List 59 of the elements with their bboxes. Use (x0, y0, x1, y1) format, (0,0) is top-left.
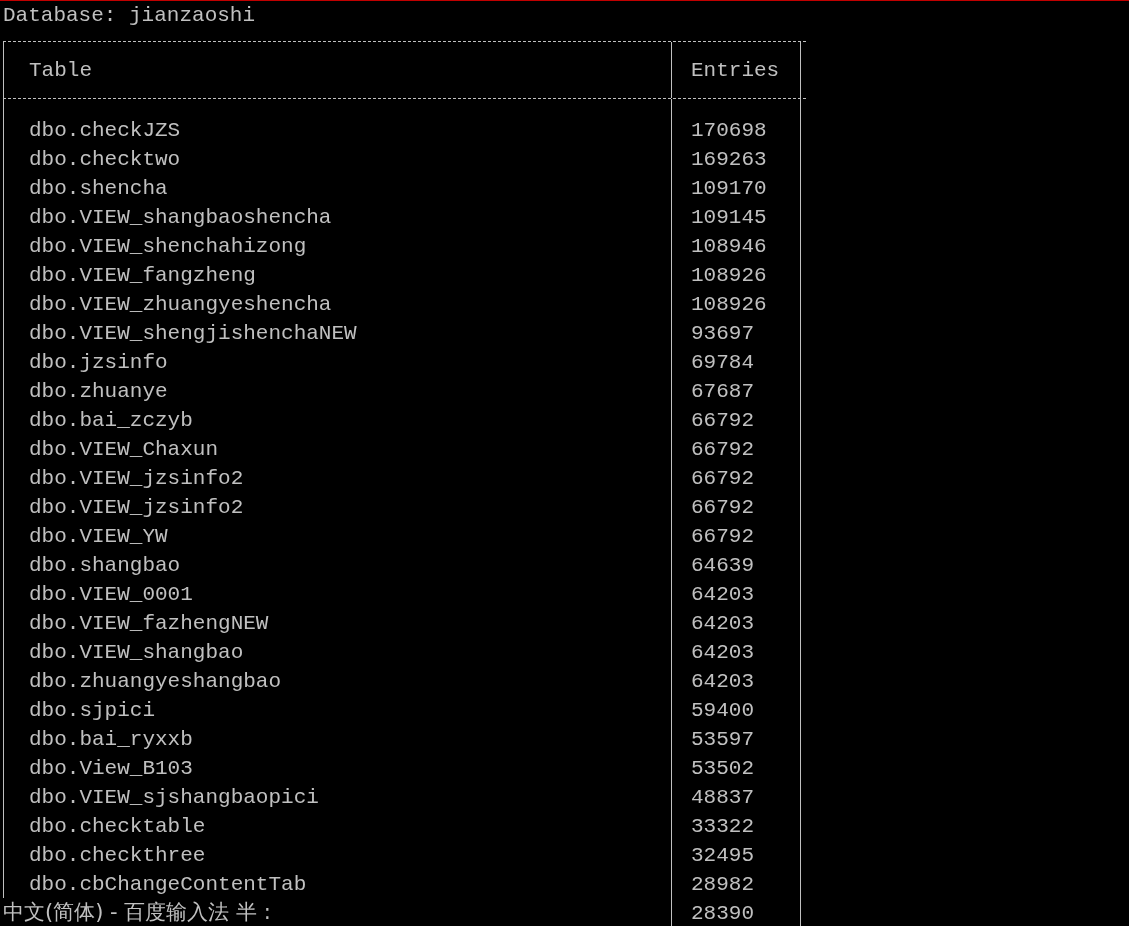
column-header: Entries (691, 57, 780, 84)
table-cell-text: 66792 (691, 437, 754, 463)
table-cell-text: dbo.checktwo (29, 147, 181, 173)
table-cell-text: dbo.VIEW_shengjishenchaNEW (29, 321, 357, 347)
table-cell-text: 28982 (691, 872, 754, 898)
table-cell-text: dbo.VIEW_shangbaoshencha (29, 205, 332, 231)
table-cell-text: 170698 (691, 118, 767, 144)
table-cell-text: dbo.checkJZS (29, 118, 181, 144)
table-cell-text: dbo.jzsinfo (29, 350, 168, 376)
table-cell-text: dbo.VIEW_fazhengNEW (29, 611, 269, 637)
table-cell-text: dbo.VIEW_zhuangyeshencha (29, 292, 332, 318)
table-cell-text: 66792 (691, 408, 754, 434)
table-cell-text: dbo.VIEW_jzsinfo2 (29, 495, 244, 521)
table-cell-text: dbo.VIEW_shenchahizong (29, 234, 307, 260)
table-cell-text: dbo.VIEW_sjshangbaopici (29, 785, 319, 811)
table-cell-text: dbo.checktable (29, 814, 206, 840)
table-cell-text: dbo.View_B103 (29, 756, 193, 782)
table-cell-text: 108926 (691, 292, 767, 318)
table-cell-text: 108926 (691, 263, 767, 289)
table-cell-text: 48837 (691, 785, 754, 811)
table-cell-text: 169263 (691, 147, 767, 173)
table-cell-text: dbo.VIEW_shangbao (29, 640, 244, 666)
column-header: Table (29, 57, 92, 84)
table-cell-text: dbo.zhuangyeshangbao (29, 669, 282, 695)
table-cell-text: dbo.VIEW_Chaxun (29, 437, 219, 463)
table-cell-text: 64203 (691, 582, 754, 608)
table-cell-text: 66792 (691, 466, 754, 492)
table-cell-text: 53597 (691, 727, 754, 753)
table-cell-text: 64203 (691, 669, 754, 695)
table-cell-text: dbo.zhuanye (29, 379, 168, 405)
table-cell-text: 64203 (691, 640, 754, 666)
table-cell-text: dbo.VIEW_0001 (29, 582, 193, 608)
table-cell-text: 28390 (691, 901, 754, 926)
table-cell-text: 69784 (691, 350, 754, 376)
database-line: Database: jianzaoshi (3, 4, 256, 27)
table-cell-text: dbo.checkthree (29, 843, 206, 869)
table-cell-text: 67687 (691, 379, 754, 405)
table-cell-text: dbo.shencha (29, 176, 168, 202)
table-cell-text: dbo.bai_ryxxb (29, 727, 193, 753)
table-cell-text: 93697 (691, 321, 754, 347)
table-cell-text: 108946 (691, 234, 767, 260)
table-cell-text: 53502 (691, 756, 754, 782)
table-cell-text: 59400 (691, 698, 754, 724)
table-cell-text: dbo.sjpici (29, 698, 156, 724)
table-cell-text: 109145 (691, 205, 767, 231)
table-cell-text: dbo.cbChangeContentTab (29, 872, 307, 898)
table-cell-text: dbo.VIEW_fangzheng (29, 263, 256, 289)
table-cell-text: 33322 (691, 814, 754, 840)
table-cell-text: 32495 (691, 843, 754, 869)
table-cell-text: dbo.VIEW_YW (29, 524, 168, 550)
table-cell-text: 66792 (691, 524, 754, 550)
table-cell-text: 66792 (691, 495, 754, 521)
table-cell-text: 109170 (691, 176, 767, 202)
table-cell-text: dbo.VIEW_jzsinfo2 (29, 466, 244, 492)
table-cell-text: dbo.bai_zczyb (29, 408, 193, 434)
table-cell-text: 64203 (691, 611, 754, 637)
table-cell-text: dbo.shangbao (29, 553, 181, 579)
table-cell-text: 64639 (691, 553, 754, 579)
input-method-status: 中文(简体) - 百度输入法 半 : (3, 898, 271, 926)
